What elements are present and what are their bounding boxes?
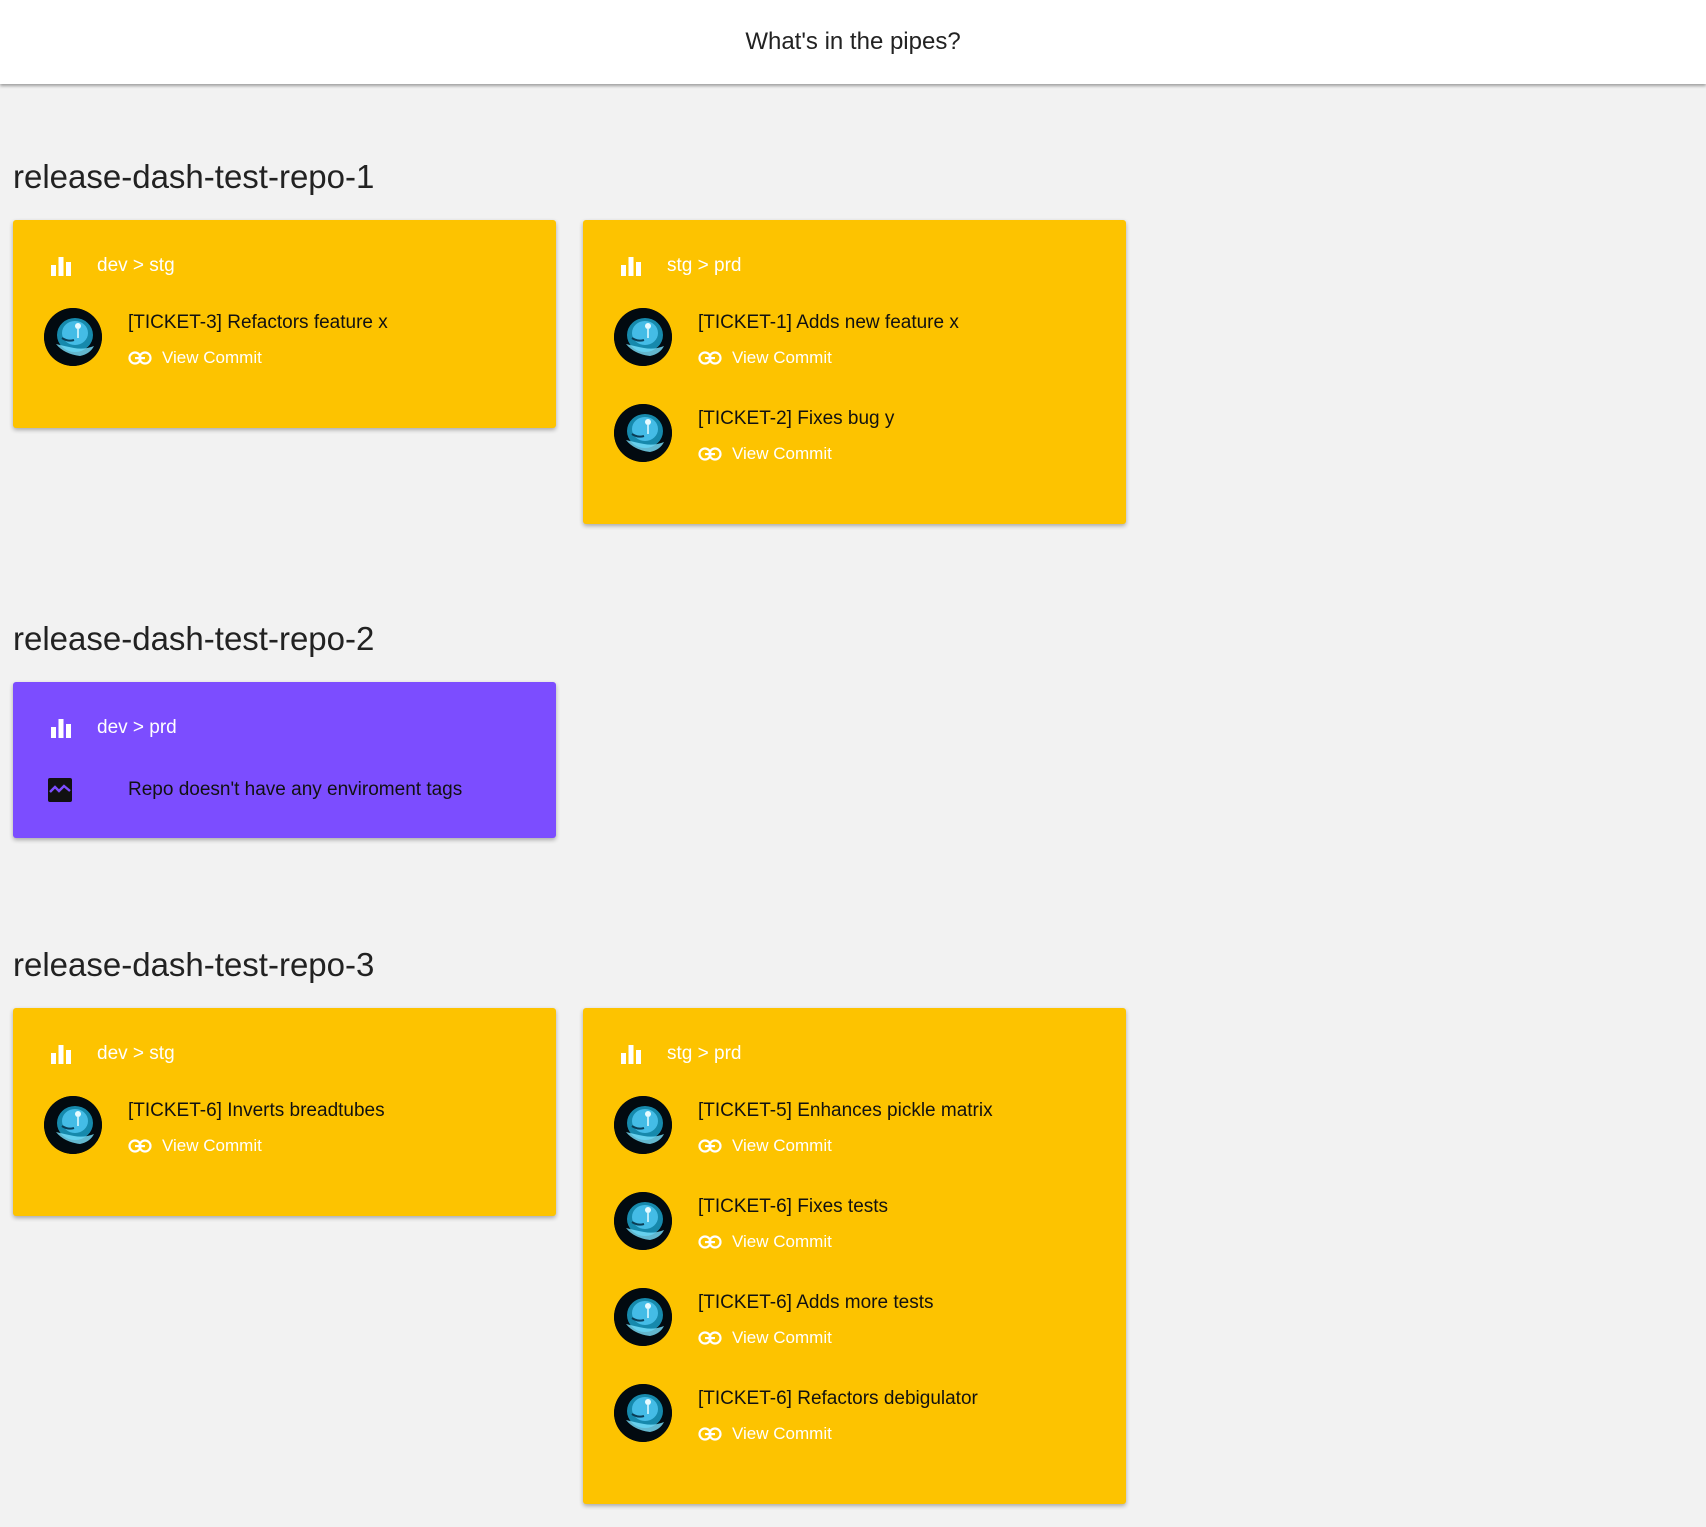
view-commit-label: View Commit [732,1424,832,1443]
view-commit-link[interactable]: View Commit [698,348,959,368]
commit-item: [TICKET-2] Fixes bug y View Commit [583,404,1126,500]
commit-message: [TICKET-6] Adds more tests [698,1292,934,1313]
pipeline-card: stg > prd [TICKET-1] Adds new feature x Vi… [583,220,1126,524]
repo-title: release-dash-test-repo-3 [13,946,375,983]
avatar [614,1384,672,1442]
env-label: dev > stg [97,255,175,276]
view-commit-label: View Commit [732,1232,832,1251]
commit-item: [TICKET-6] Refactors debigulator View Com… [583,1384,1126,1480]
bar-chart-icon [621,1045,641,1064]
avatar [614,308,672,366]
view-commit-link[interactable]: View Commit [698,1136,993,1156]
avatar [614,1096,672,1154]
view-commit-label: View Commit [732,1328,832,1347]
commit-message: [TICKET-1] Adds new feature x [698,312,959,333]
bar-chart-icon [51,1045,71,1064]
link-icon [698,351,722,365]
commit-item: [TICKET-6] Inverts breadtubes View Commit [13,1096,556,1192]
view-commit-link[interactable]: View Commit [698,444,894,464]
commit-message: [TICKET-6] Refactors debigulator [698,1388,978,1409]
commit-item: [TICKET-6] Fixes tests View Commit [583,1192,1126,1288]
view-commit-link[interactable]: View Commit [698,1232,888,1252]
pipeline-card: dev > prd Repo doesn't have any enviromen… [13,682,556,838]
card-header: dev > stg [13,1040,556,1068]
env-label: stg > prd [667,255,742,276]
pipeline-card-row: dev > stg [TICKET-3] Refactors feature x V… [13,220,1126,524]
commit-message: [TICKET-5] Enhances pickle matrix [698,1100,993,1121]
env-label: dev > prd [97,717,177,738]
avatar [44,1096,102,1154]
bar-chart-icon [51,257,71,276]
view-commit-link[interactable]: View Commit [128,348,388,368]
link-icon [698,1427,722,1441]
pipeline-card: dev > stg [TICKET-3] Refactors feature x V… [13,220,556,428]
bar-chart-icon [51,719,71,738]
pipeline-card: stg > prd [TICKET-5] Enhances pickle matr… [583,1008,1126,1504]
commit-item: [TICKET-5] Enhances pickle matrix View Co… [583,1096,1126,1192]
view-commit-label: View Commit [732,348,832,367]
link-icon [698,1235,722,1249]
link-icon [128,1139,152,1153]
view-commit-label: View Commit [732,444,832,463]
commit-item: [TICKET-6] Adds more tests View Commit [583,1288,1126,1384]
avatar [44,308,102,366]
view-commit-link[interactable]: View Commit [128,1136,385,1156]
pipeline-card-row: dev > prd Repo doesn't have any enviromen… [13,682,556,838]
commit-message: [TICKET-6] Fixes tests [698,1196,889,1217]
avatar [614,1192,672,1250]
card-header: dev > prd [13,714,556,742]
env-label: stg > prd [667,1043,742,1064]
commit-message: [TICKET-6] Inverts breadtubes [128,1100,385,1121]
top-app-bar: What's in the pipes? [0,0,1706,84]
view-commit-link[interactable]: View Commit [698,1424,978,1444]
avatar [614,1288,672,1346]
commit-message: [TICKET-2] Fixes bug y [698,408,895,429]
env-label: dev > stg [97,1043,175,1064]
view-commit-label: View Commit [162,348,262,367]
card-header: stg > prd [583,252,1126,280]
pipeline-card: dev > stg [TICKET-6] Inverts breadtubes Vi… [13,1008,556,1216]
link-icon [128,351,152,365]
link-icon [698,447,722,461]
page-title: What's in the pipes? [745,28,961,55]
avatar [614,404,672,462]
repo-title: release-dash-test-repo-2 [13,620,375,657]
pipeline-card-row: dev > stg [TICKET-6] Inverts breadtubes Vi… [13,1008,1126,1504]
commit-item: [TICKET-3] Refactors feature x View Commi… [13,308,556,404]
commit-message: [TICKET-3] Refactors feature x [128,312,388,333]
notice-message: Repo doesn't have any enviroment tags [128,779,463,800]
card-header: dev > stg [13,252,556,280]
broken-image-icon [48,778,72,802]
bar-chart-icon [621,257,641,276]
link-icon [698,1331,722,1345]
view-commit-label: View Commit [732,1136,832,1155]
repo-title: release-dash-test-repo-1 [13,158,375,195]
card-header: stg > prd [583,1040,1126,1068]
view-commit-link[interactable]: View Commit [698,1328,933,1348]
view-commit-label: View Commit [162,1136,262,1155]
commit-item: [TICKET-1] Adds new feature x View Commit [583,308,1126,404]
link-icon [698,1139,722,1153]
no-tags-notice: Repo doesn't have any enviroment tags [13,770,556,810]
